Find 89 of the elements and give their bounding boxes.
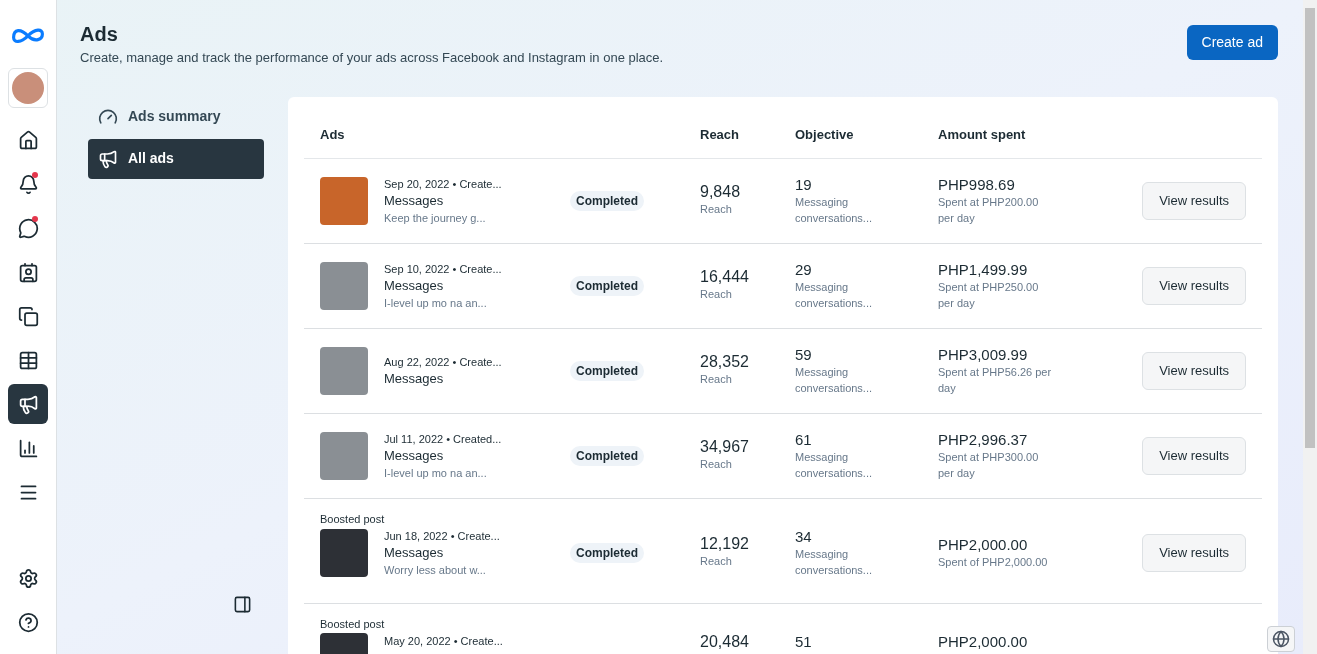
column-header: Objective bbox=[795, 126, 855, 145]
ad-date: Jun 18, 2022 • Create... bbox=[384, 528, 501, 544]
ad-date: Jul 11, 2022 • Created... bbox=[384, 431, 503, 447]
view-results-button[interactable]: View results bbox=[1142, 436, 1246, 475]
ad-date: Sep 10, 2022 • Create... bbox=[384, 261, 503, 277]
rail-button[interactable] bbox=[8, 384, 48, 424]
help-icon bbox=[17, 611, 39, 633]
photo-placeholder bbox=[320, 528, 368, 577]
page-title: Ads bbox=[80, 22, 119, 46]
ad-date: Sep 20, 2022 • Create... bbox=[384, 176, 503, 192]
ad-title: Messages bbox=[384, 446, 445, 465]
boosted-post-label: Boosted post bbox=[320, 616, 386, 631]
reach-value: 16,444 bbox=[700, 268, 750, 287]
status-badge: Completed bbox=[570, 275, 644, 296]
view-results-button[interactable]: View results bbox=[1142, 266, 1246, 305]
home-icon bbox=[17, 129, 39, 151]
view-results-button[interactable]: View results bbox=[1142, 351, 1246, 390]
chat-bubble-icon bbox=[17, 217, 39, 239]
ad-text: I-level up mo na an... bbox=[384, 465, 488, 481]
amount-spent: PHP2,996.37 bbox=[938, 430, 1029, 449]
page-subtitle: Create, manage and track the performance of your ads across Facebook and Instagram in one place. bbox=[80, 49, 664, 67]
objective-value: 59 bbox=[795, 345, 813, 364]
amount-note: Spent at PHP200.00 per day bbox=[938, 194, 1040, 226]
column-header: Reach bbox=[700, 126, 741, 145]
photo-placeholder bbox=[320, 346, 368, 395]
profile-avatar[interactable] bbox=[8, 68, 48, 108]
nav-item[interactable]: Ads summary bbox=[88, 96, 264, 137]
reach-label: Reach bbox=[700, 457, 733, 473]
reach-value: 12,192 bbox=[700, 535, 750, 554]
amount-spent: PHP3,009.99 bbox=[938, 345, 1029, 364]
megaphone-icon bbox=[17, 393, 39, 415]
ad-text: Worry less about w... bbox=[384, 562, 487, 578]
create-ad-button[interactable]: Create ad bbox=[1186, 25, 1278, 60]
photo-placeholder bbox=[320, 176, 368, 225]
reach-label: Reach bbox=[700, 554, 733, 570]
amount-spent: PHP1,499.99 bbox=[938, 260, 1029, 279]
megaphone-icon bbox=[98, 148, 118, 169]
reach-value: 34,967 bbox=[700, 438, 750, 457]
objective-value: 34 bbox=[795, 527, 813, 546]
ad-title: Messages bbox=[384, 543, 445, 562]
status-badge: Completed bbox=[570, 360, 644, 381]
status-badge: Completed bbox=[570, 542, 644, 563]
amount-note: Spent at PHP250.00 per day bbox=[938, 279, 1040, 311]
bell-icon bbox=[17, 173, 39, 195]
boosted-post-label: Boosted post bbox=[320, 511, 386, 526]
reach-label: Reach bbox=[700, 287, 733, 303]
objective-label: Messaging conversations... bbox=[795, 194, 874, 226]
table-icon bbox=[17, 349, 39, 371]
objective-label: Messaging conversations... bbox=[795, 364, 874, 396]
reach-value: 28,352 bbox=[700, 353, 750, 372]
objective-value: 19 bbox=[795, 175, 813, 194]
settings-icon bbox=[17, 567, 39, 589]
nav-item[interactable]: All ads bbox=[88, 138, 264, 179]
ad-date: Aug 22, 2022 • Create... bbox=[384, 354, 503, 370]
reach-label: Reach bbox=[700, 372, 733, 388]
ad-text: I-level up mo na an... bbox=[384, 295, 488, 311]
amount-note: Spent at PHP56.26 per day bbox=[938, 364, 1053, 396]
ad-title: Messages bbox=[384, 276, 445, 295]
bar-chart-icon bbox=[17, 437, 39, 459]
status-badge: Completed bbox=[570, 445, 644, 466]
reach-value: 9,848 bbox=[700, 183, 742, 202]
id-card-icon bbox=[17, 261, 39, 283]
objective-label: Messaging conversations... bbox=[795, 449, 874, 481]
objective-value: 61 bbox=[795, 430, 813, 449]
column-header: Amount spent bbox=[938, 126, 1027, 145]
objective-value: 29 bbox=[795, 260, 813, 279]
amount-spent: PHP2,000.00 bbox=[938, 632, 1029, 651]
ad-date: May 20, 2022 • Create... bbox=[384, 633, 504, 649]
amount-spent: PHP2,000.00 bbox=[938, 535, 1029, 554]
stacked-pages-icon bbox=[17, 305, 39, 327]
photo-placeholder bbox=[320, 431, 368, 480]
reach-label: Reach bbox=[700, 202, 733, 218]
ad-title: Messages bbox=[384, 369, 445, 388]
amount-spent: PHP998.69 bbox=[938, 175, 1016, 194]
ad-text: Keep the journey g... bbox=[384, 210, 487, 226]
photo-placeholder bbox=[320, 261, 368, 310]
collapse-panel-icon[interactable] bbox=[233, 595, 252, 614]
status-badge: Completed bbox=[570, 190, 644, 211]
objective-label: Messaging conversations... bbox=[795, 279, 874, 311]
amount-note: Spent at PHP300.00 per day bbox=[938, 449, 1040, 481]
reach-value: 20,484 bbox=[700, 632, 750, 651]
objective-value: 51 bbox=[795, 632, 813, 651]
objective-label: Messaging conversations... bbox=[795, 546, 874, 578]
view-results-button[interactable]: View results bbox=[1142, 181, 1246, 220]
amount-note: Spent of PHP2,000.00 bbox=[938, 554, 1049, 570]
view-results-button[interactable]: View results bbox=[1142, 533, 1246, 572]
ad-title: Messages bbox=[384, 191, 445, 210]
column-header: Ads bbox=[320, 126, 346, 145]
language-button[interactable] bbox=[1267, 626, 1295, 652]
